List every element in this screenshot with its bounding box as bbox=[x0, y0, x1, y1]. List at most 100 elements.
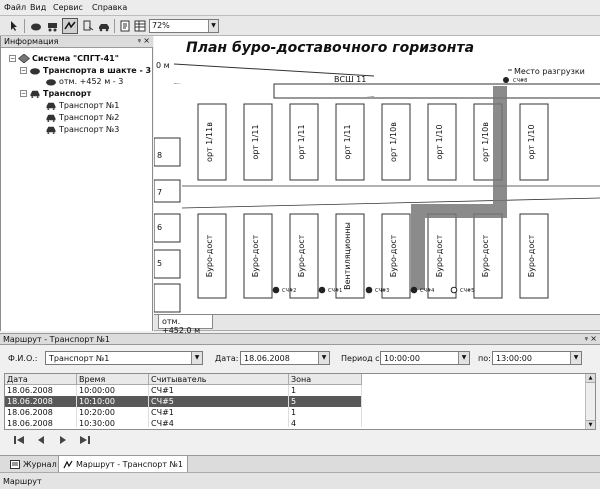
period-from-field[interactable]: 10:00:00 ▼ bbox=[380, 351, 470, 365]
reader-point[interactable] bbox=[450, 286, 458, 294]
map-title: План буро-доставочного горизонта bbox=[186, 40, 474, 56]
close-icon[interactable]: × bbox=[143, 36, 150, 45]
zoom-select[interactable]: 72% ▼ bbox=[149, 19, 219, 33]
scroll-up-icon[interactable]: ▲ bbox=[586, 374, 595, 383]
drift-block-label: Буро-дост bbox=[527, 234, 536, 277]
last-record-icon[interactable] bbox=[78, 433, 92, 447]
drift-block-label: Буро-дост bbox=[297, 234, 306, 277]
tree-system[interactable]: − Система "СПГТ-41" bbox=[9, 53, 119, 64]
menu-view[interactable]: Вид bbox=[30, 3, 46, 12]
transport-cart-icon[interactable] bbox=[45, 18, 61, 34]
route-icon[interactable] bbox=[62, 18, 78, 34]
status-text: Маршрут bbox=[3, 477, 42, 486]
pointer-icon[interactable] bbox=[6, 18, 22, 34]
route-table[interactable]: Дата Время Считыватель Зона 18.06.2008 1… bbox=[4, 373, 596, 430]
column-header-time[interactable]: Время bbox=[77, 374, 149, 385]
date-field[interactable]: 18.06.2008 ▼ bbox=[240, 351, 330, 365]
ort-label: орт 1/11в bbox=[205, 122, 214, 162]
chevron-down-icon[interactable]: ▼ bbox=[318, 352, 329, 364]
info-panel-title: Информация bbox=[4, 37, 59, 46]
tree-transport-item[interactable]: Транспорт №2 bbox=[45, 112, 119, 123]
tree-in-shaft[interactable]: − Транспорта в шакте - 3 bbox=[20, 65, 151, 76]
period-to-field[interactable]: 13:00:00 ▼ bbox=[492, 351, 582, 365]
transport-icon bbox=[46, 102, 56, 110]
column-header-zone[interactable]: Зона bbox=[289, 374, 362, 385]
ort-label: орт 1/10 bbox=[435, 124, 444, 159]
reader-label: СЧ#3 bbox=[375, 288, 389, 294]
tab-journal[interactable]: Журнал bbox=[6, 456, 62, 472]
row-number: 7 bbox=[157, 188, 162, 197]
ort-label: орт 1/11 bbox=[297, 124, 306, 159]
unload-label: Место разгрузки bbox=[514, 67, 585, 76]
reader-point[interactable] bbox=[410, 286, 418, 294]
menu-service[interactable]: Сервис bbox=[53, 3, 83, 12]
column-header-date[interactable]: Дата bbox=[5, 374, 77, 385]
prev-record-icon[interactable] bbox=[34, 433, 48, 447]
drift-block-label: Буро-дост bbox=[205, 234, 214, 277]
pin-icon[interactable]: ᵠ bbox=[138, 37, 141, 46]
collapse-icon[interactable]: − bbox=[20, 67, 27, 74]
table-icon[interactable] bbox=[132, 18, 148, 34]
menu-bar: Файл Вид Сервис Справка bbox=[0, 0, 600, 16]
report-icon[interactable] bbox=[117, 18, 133, 34]
chevron-down-icon[interactable]: ▼ bbox=[208, 20, 218, 32]
route-panel-title: Маршрут - Транспорт №1 bbox=[3, 335, 110, 344]
menu-file[interactable]: Файл bbox=[4, 3, 26, 12]
transport-icon[interactable] bbox=[96, 18, 112, 34]
pin-icon[interactable]: ᵠ bbox=[585, 335, 588, 344]
tab-route[interactable]: Маршрут - Транспорт №1 bbox=[58, 456, 188, 472]
ort-label: орт 1/10в bbox=[389, 122, 398, 162]
tree-transport[interactable]: − Транспорт bbox=[20, 88, 91, 99]
collapse-icon[interactable]: − bbox=[9, 55, 16, 62]
status-bar: Маршрут bbox=[0, 472, 600, 489]
table-row[interactable]: 18.06.2008 10:00:00 СЧ#1 1 bbox=[5, 385, 362, 396]
tree-transport-item[interactable]: Транспорт №1 bbox=[45, 100, 119, 111]
reader-point[interactable] bbox=[272, 286, 280, 294]
close-icon[interactable]: × bbox=[590, 334, 597, 343]
menu-help[interactable]: Справка bbox=[92, 3, 127, 12]
reader-point[interactable] bbox=[318, 286, 326, 294]
table-row[interactable]: 18.06.2008 10:20:00 СЧ#1 1 bbox=[5, 407, 362, 418]
row-number: 8 bbox=[157, 151, 162, 160]
level-tab[interactable]: отм. +452,0 м bbox=[158, 315, 213, 335]
reader-icon[interactable] bbox=[80, 18, 96, 34]
transport-icon bbox=[30, 90, 40, 98]
drift-block-label: Вентиляционны bbox=[343, 222, 352, 290]
column-header-reader[interactable]: Считыватель bbox=[149, 374, 289, 385]
mine-map[interactable]: План буро-доставочного горизонта 0 м ВСШ… bbox=[154, 36, 600, 315]
transport-icon bbox=[46, 126, 56, 134]
chevron-down-icon[interactable]: ▼ bbox=[458, 352, 469, 364]
ort-label: орт 1/10в bbox=[481, 122, 490, 162]
toolbar: 72% ▼ bbox=[0, 16, 600, 36]
ort-label: орт 1/11 bbox=[251, 124, 260, 159]
period-to-label: по: bbox=[478, 354, 491, 363]
collapse-icon[interactable]: − bbox=[20, 90, 27, 97]
zoom-value: 72% bbox=[152, 21, 170, 30]
route-panel: Маршрут - Транспорт №1 ᵠ × Ф.И.О.: Транс… bbox=[0, 333, 600, 455]
fio-label: Ф.И.О.: bbox=[8, 354, 38, 363]
table-scrollbar[interactable]: ▲ ▼ bbox=[585, 374, 595, 429]
navigation-bar bbox=[4, 431, 104, 449]
tree-transport-item[interactable]: Транспорт №3 bbox=[45, 124, 119, 135]
unload-point[interactable] bbox=[503, 77, 509, 83]
chevron-down-icon[interactable]: ▼ bbox=[191, 352, 202, 364]
fio-select[interactable]: Транспорт №1 ▼ bbox=[45, 351, 203, 365]
tree-level[interactable]: отм. +452 м - 3 bbox=[45, 76, 123, 87]
first-record-icon[interactable] bbox=[12, 433, 26, 447]
reader-label: СЧ#8 bbox=[513, 78, 527, 84]
period-from-label: Период с: bbox=[341, 354, 383, 363]
chevron-down-icon[interactable]: ▼ bbox=[570, 352, 581, 364]
reader-point[interactable] bbox=[365, 286, 373, 294]
next-record-icon[interactable] bbox=[56, 433, 70, 447]
system-icon bbox=[18, 54, 30, 63]
map-tabstrip: отм. +452,0 м bbox=[154, 315, 600, 335]
scroll-down-icon[interactable]: ▼ bbox=[586, 420, 595, 429]
reader-label: СЧ#1 bbox=[328, 288, 342, 294]
table-row-selected[interactable]: 18.06.2008 10:10:00 СЧ#5 5 bbox=[5, 396, 362, 407]
ort-label: орт 1/11 bbox=[343, 124, 352, 159]
ore-icon[interactable] bbox=[28, 18, 44, 34]
bottom-tabs: Журнал Маршрут - Транспорт №1 bbox=[0, 455, 600, 472]
transport-icon bbox=[46, 114, 56, 122]
ore-icon bbox=[46, 79, 56, 86]
table-row[interactable]: 18.06.2008 10:30:00 СЧ#4 4 bbox=[5, 418, 362, 427]
